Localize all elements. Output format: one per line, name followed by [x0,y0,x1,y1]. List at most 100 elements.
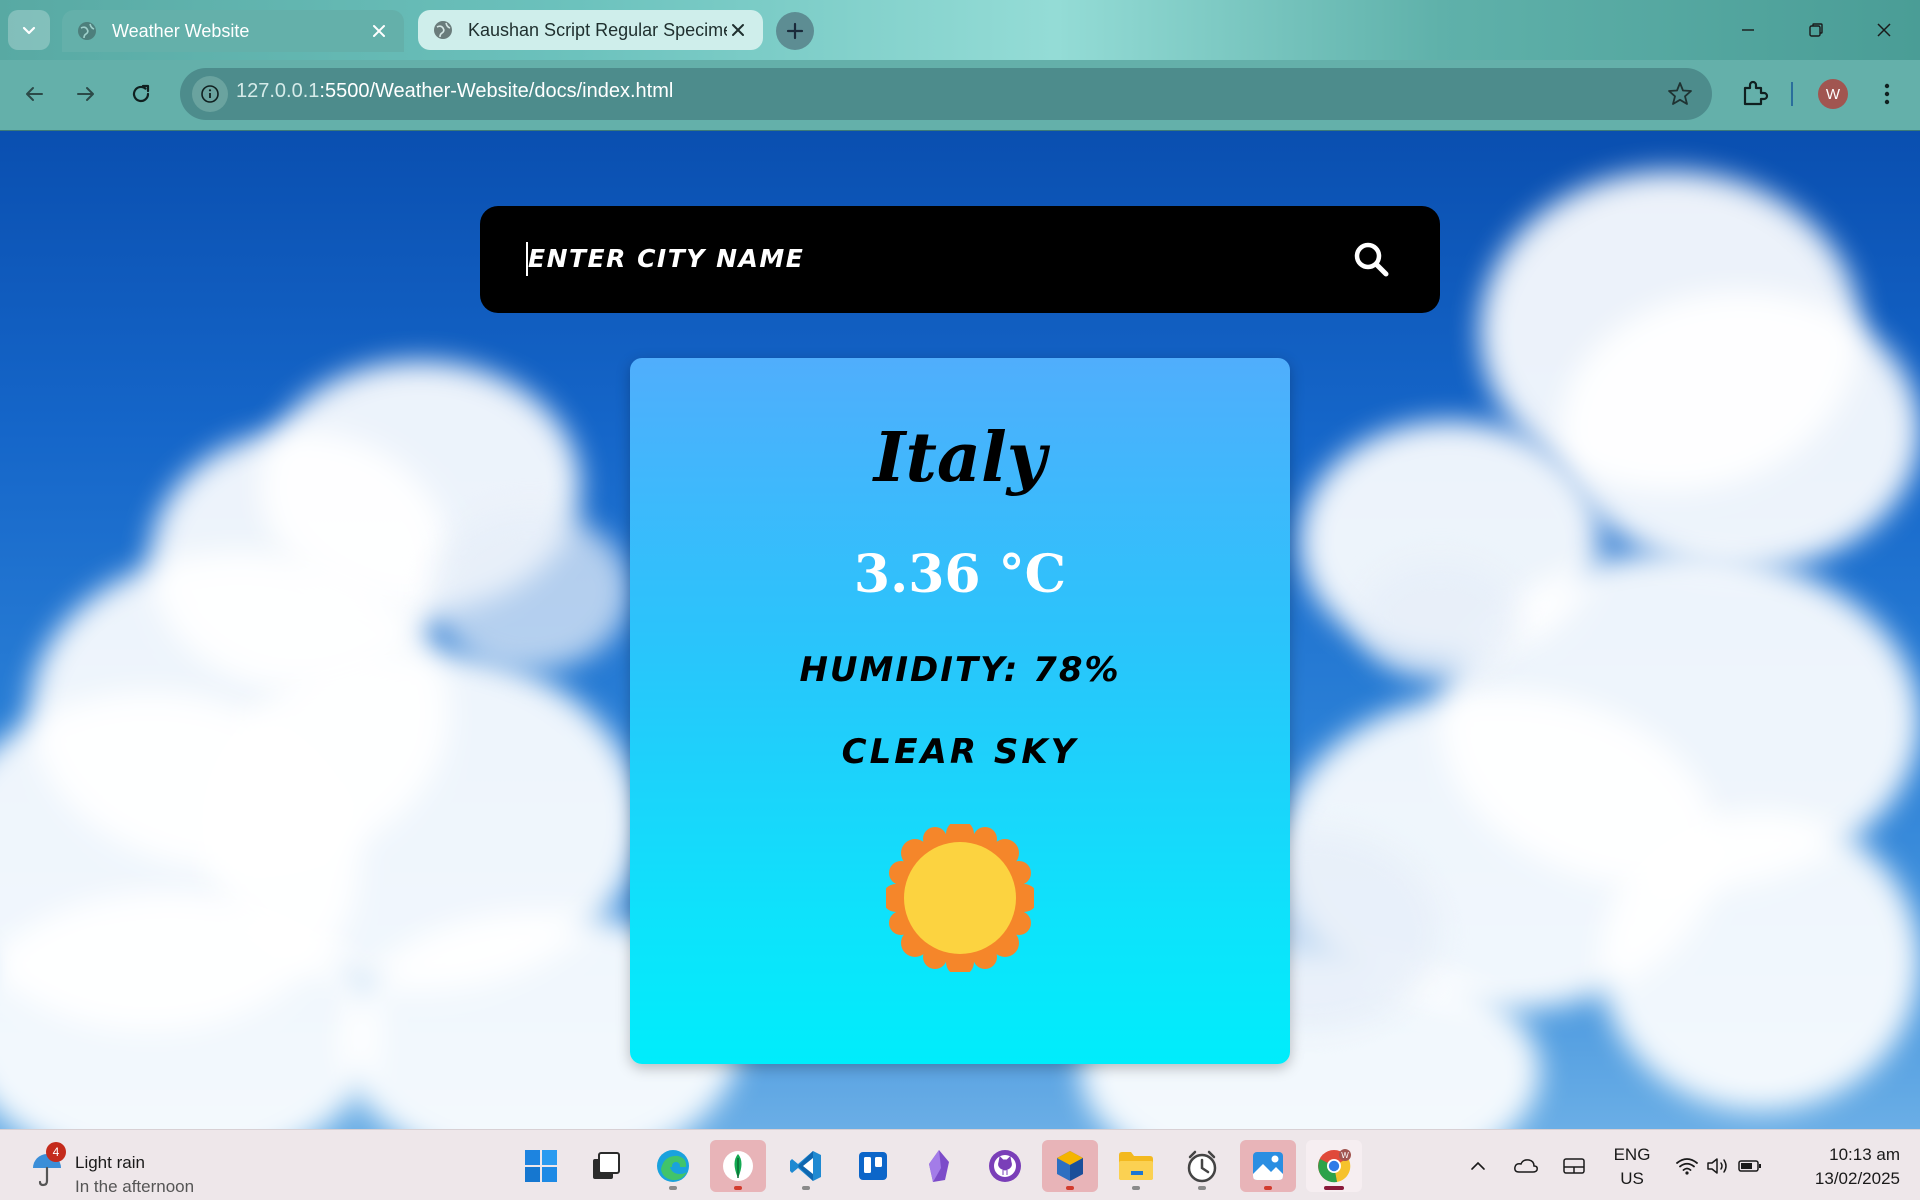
running-indicator [1198,1186,1206,1190]
volume-icon [1707,1157,1727,1174]
running-indicator [1324,1186,1344,1190]
arrow-left-icon [26,87,43,101]
bookmark-star-icon[interactable] [1666,80,1694,108]
clock-date: 13/02/2025 [1814,1169,1900,1188]
taskbar-app-vscode[interactable] [778,1140,834,1192]
weather-card: Italy 3.36 °C HUMIDITY: 78% CLEAR SKY [630,358,1290,1064]
forward-button[interactable] [66,74,106,114]
taskbar-app-virtualbox[interactable] [1042,1140,1098,1192]
taskbar-clock[interactable]: 10:13 am 13/02/2025 [1780,1143,1900,1191]
running-indicator [734,1186,742,1190]
browser-titlebar: Weather Website Kaushan Script Regular S… [0,0,1920,60]
taskbar-app-trello[interactable] [845,1140,901,1192]
site-info-button[interactable] [192,76,228,112]
virtualbox-icon [1057,1151,1083,1181]
vscode-icon [790,1151,821,1181]
back-button[interactable] [14,74,54,114]
weather-widget-title: Light rain [75,1153,145,1172]
input-language-indicator[interactable]: ENG US [1600,1143,1664,1191]
quick-settings-button[interactable] [1672,1130,1766,1200]
battery-icon [1738,1159,1761,1172]
language-code: ENG [1613,1145,1651,1164]
more-vertical-icon [1884,83,1890,105]
trello-icon [859,1152,887,1180]
temperature-value: 3.36 °C [853,544,1067,605]
weather-widget-subtitle: In the afternoon [75,1177,195,1196]
task-view-icon [593,1152,620,1179]
arrow-right-icon [77,87,94,101]
extensions-puzzle-icon[interactable] [1736,76,1772,112]
minimize-button[interactable] [1720,10,1776,50]
tab-title: Kaushan Script Regular Specimen [468,19,727,40]
new-tab-button[interactable] [776,12,814,50]
address-bar[interactable]: 127.0.0.1:5500/Weather-Website/docs/inde… [180,68,1712,120]
task-view-button[interactable] [578,1140,634,1192]
search-icon [1354,242,1389,277]
reload-button[interactable] [121,74,161,114]
tab-title: Weather Website [112,20,250,41]
restore-button[interactable] [1788,10,1844,50]
taskbar-app-obsidian[interactable] [911,1140,967,1192]
tab-weather-website[interactable]: Weather Website [62,10,404,52]
github-icon [989,1150,1021,1182]
close-icon [373,25,385,37]
running-indicator [1066,1186,1074,1190]
running-indicator [1132,1186,1140,1190]
taskbar-app-github-desktop[interactable] [977,1140,1033,1192]
url-host: 127.0.0.1 [236,80,320,102]
clock-time: 10:13 am [1829,1145,1900,1164]
close-tab-button[interactable] [368,20,390,42]
chevron-up-icon [1471,1161,1485,1170]
text-caret [526,242,528,276]
tab-search-button[interactable] [8,10,50,50]
taskbar-app-clock[interactable] [1174,1140,1230,1192]
chrome-icon: W [1318,1149,1351,1183]
taskbar-app-edge[interactable] [645,1140,701,1192]
taskbar-app-chrome[interactable]: W [1306,1140,1362,1192]
close-tab-button[interactable] [727,19,749,41]
show-hidden-icons-button[interactable] [1462,1130,1494,1200]
display-icon [1563,1157,1585,1174]
url-text: 127.0.0.1:5500/Weather-Website/docs/inde… [236,80,673,103]
language-region: US [1620,1169,1644,1188]
alarm-clock-icon [1187,1150,1217,1183]
info-icon [201,85,219,103]
minimize-icon [1742,29,1754,31]
running-indicator [802,1186,810,1190]
plus-icon [786,22,804,40]
onedrive-tray-button[interactable] [1510,1130,1542,1200]
sun-icon [886,824,1034,972]
mongodb-compass-icon [723,1151,753,1181]
start-button[interactable] [513,1140,569,1192]
restore-icon [1809,23,1823,37]
close-window-button[interactable] [1856,10,1912,50]
windows-logo-icon [525,1150,557,1182]
humidity-value: HUMIDITY: 78% [799,650,1121,690]
tab-kaushan-script[interactable]: Kaushan Script Regular Specimen [418,10,763,50]
taskbar-app-photos[interactable] [1240,1140,1296,1192]
reload-icon [132,84,150,103]
close-icon [1877,23,1891,37]
chevron-down-icon [22,26,36,35]
browser-menu-button[interactable] [1872,78,1902,110]
notification-badge: 4 [46,1142,66,1162]
search-button[interactable] [1344,232,1400,288]
page-viewport: ENTER CITY NAME Italy 3.36 °C HUMIDITY: … [0,131,1920,1129]
taskbar-app-mongodb-compass[interactable] [710,1140,766,1192]
url-path: :5500/Weather-Website/docs/index.html [319,80,674,102]
taskbar: 4 Light rain In the afternoon W ENG US 1… [0,1129,1920,1200]
wifi-icon [1676,1157,1698,1175]
profile-avatar[interactable]: W [1818,79,1848,109]
browser-toolbar: 127.0.0.1:5500/Weather-Website/docs/inde… [0,60,1920,130]
photos-icon [1253,1152,1283,1180]
running-indicator [1264,1186,1272,1190]
weather-widget[interactable]: 4 Light rain In the afternoon [26,1142,226,1196]
search-placeholder: ENTER CITY NAME [528,244,805,273]
display-tray-button[interactable] [1558,1130,1590,1200]
close-icon [732,24,744,36]
taskbar-app-file-explorer[interactable] [1108,1140,1164,1192]
edge-browser-icon [657,1150,689,1182]
globe-icon [78,22,96,40]
cloud-icon [1514,1158,1538,1173]
city-search-bar: ENTER CITY NAME [480,206,1440,313]
